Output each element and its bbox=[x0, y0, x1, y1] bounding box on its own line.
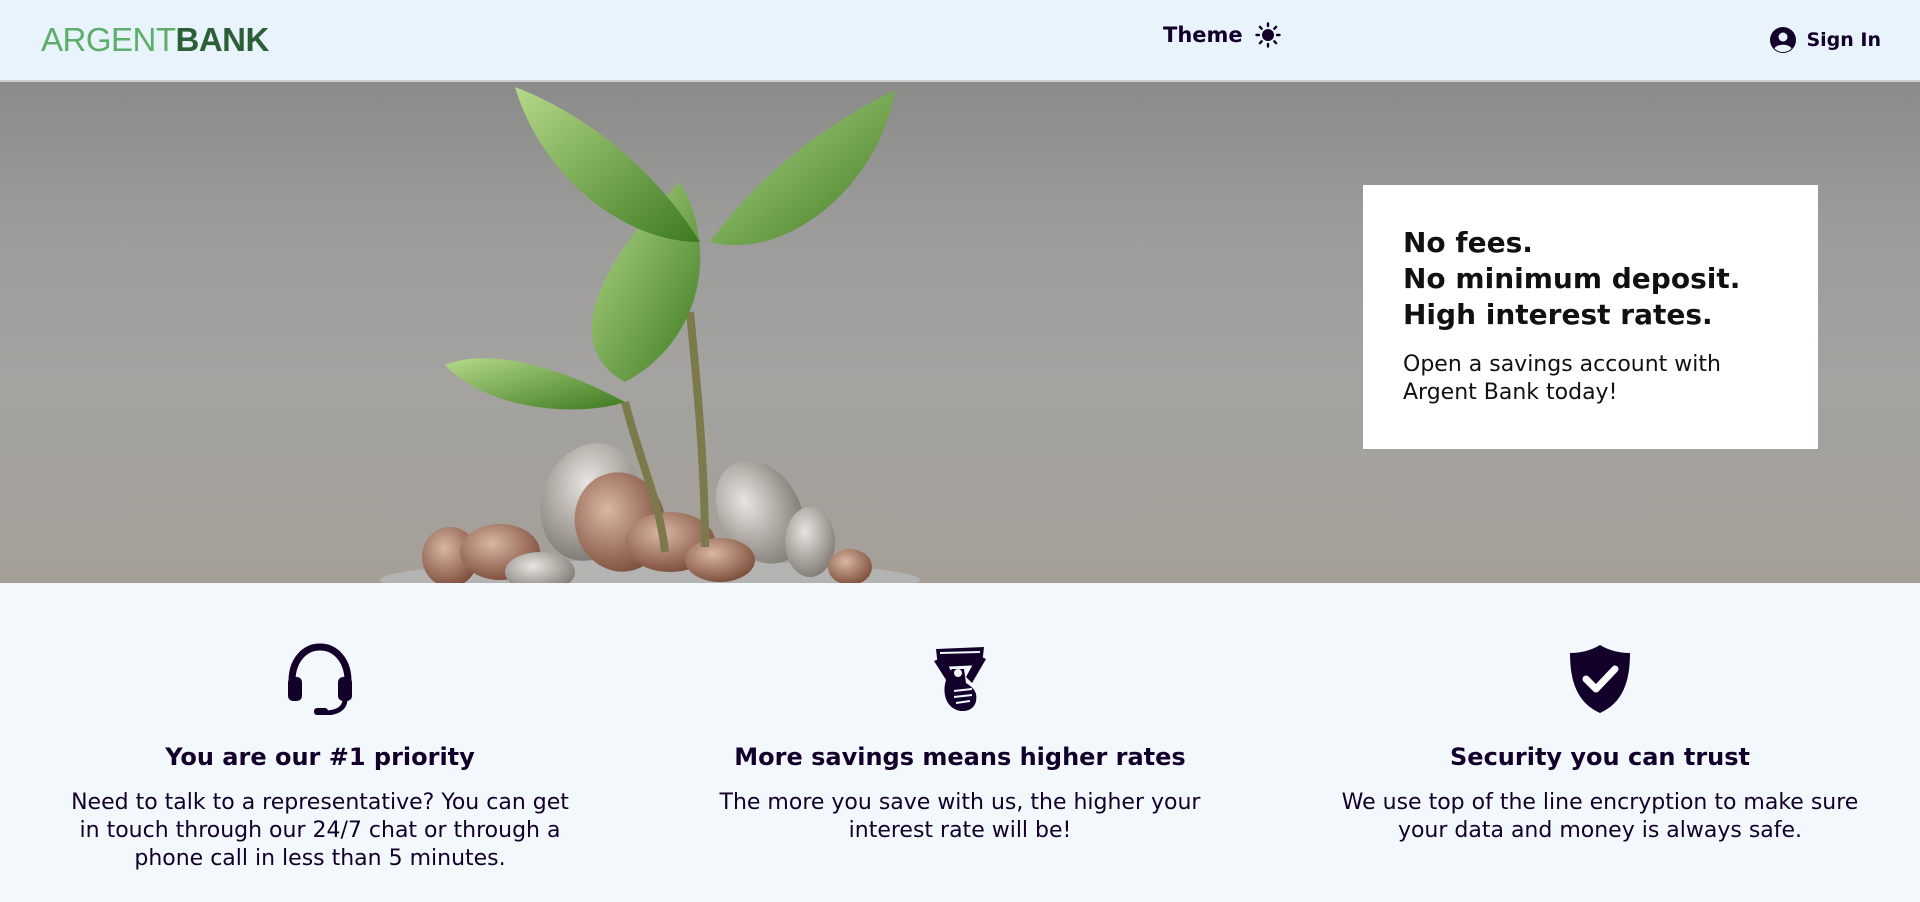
logo-text-light: ARGENT bbox=[41, 21, 176, 58]
money-icon bbox=[920, 639, 1000, 719]
hero-text: Open a savings account with Argent Bank … bbox=[1403, 352, 1721, 405]
sign-in-link[interactable]: Sign In bbox=[1769, 26, 1881, 54]
sun-icon bbox=[1254, 22, 1281, 48]
theme-toggle[interactable]: Theme bbox=[1163, 22, 1281, 48]
hero-subtitle-1: No fees. bbox=[1403, 226, 1533, 259]
feature-title: Security you can trust bbox=[1450, 743, 1750, 771]
feature-text: We use top of the line encryption to mak… bbox=[1341, 790, 1859, 843]
hero-subtitle-3: High interest rates. bbox=[1403, 298, 1713, 331]
theme-label: Theme bbox=[1163, 23, 1243, 47]
shield-check-icon bbox=[1560, 639, 1640, 719]
feature-title: More savings means higher rates bbox=[734, 743, 1186, 771]
feature-text: The more you save with us, the higher yo… bbox=[719, 790, 1201, 843]
argent-bank-logo[interactable]: ARGENT BANK bbox=[41, 21, 269, 59]
features-section: You are our #1 priority Need to talk to … bbox=[0, 583, 1920, 902]
sign-in-label: Sign In bbox=[1806, 29, 1881, 51]
user-circle-icon bbox=[1770, 27, 1797, 53]
headset-icon bbox=[280, 639, 360, 719]
feature-item-security: Security you can trust We use top of the… bbox=[1280, 583, 1920, 902]
hero-promo-card: No fees. No minimum deposit. High intere… bbox=[1363, 185, 1818, 449]
logo-text-dark: BANK bbox=[175, 21, 270, 58]
feature-item-priority: You are our #1 priority Need to talk to … bbox=[0, 583, 640, 902]
main-nav: ARGENT BANK Theme Sign In bbox=[0, 0, 1920, 82]
feature-title: You are our #1 priority bbox=[165, 743, 475, 771]
hero-banner: No fees. No minimum deposit. High intere… bbox=[0, 82, 1920, 583]
feature-item-savings: More savings means higher rates The more… bbox=[640, 583, 1280, 902]
feature-text: Need to talk to a representative? You ca… bbox=[71, 790, 569, 871]
hero-subtitle-2: No minimum deposit. bbox=[1403, 262, 1741, 295]
